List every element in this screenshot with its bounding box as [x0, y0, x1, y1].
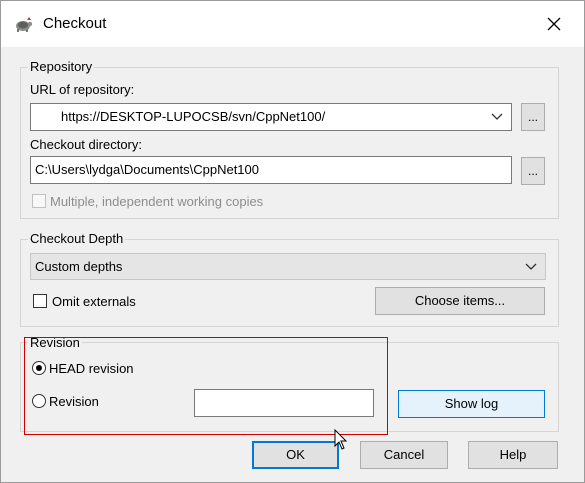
checkout-directory-label: Checkout directory:: [30, 137, 142, 152]
checkout-directory-input[interactable]: C:\Users\lydga\Documents\CppNet100: [30, 156, 512, 184]
revision-group: [20, 342, 559, 432]
head-revision-radio[interactable]: [32, 361, 46, 375]
revision-label: Revision: [49, 394, 99, 409]
multiple-working-copies-label: Multiple, independent working copies: [50, 194, 264, 209]
tortoise-svn-icon: [14, 14, 34, 34]
url-combobox[interactable]: https://DESKTOP-LUPOCSB/svn/CppNet100/: [30, 103, 512, 131]
chevron-down-icon: [491, 113, 503, 120]
show-log-button[interactable]: Show log: [398, 390, 545, 418]
radio-selected-dot: [36, 365, 42, 371]
omit-externals-checkbox[interactable]: [33, 294, 47, 308]
checkout-dialog: Checkout Repository URL of repository: h…: [0, 0, 585, 483]
omit-externals-label: Omit externals: [52, 294, 136, 309]
mouse-cursor-icon: [334, 429, 348, 450]
revision-group-title: Revision: [28, 335, 82, 350]
help-button[interactable]: Help: [468, 441, 558, 469]
directory-browse-button[interactable]: ...: [521, 157, 545, 185]
window-title: Checkout: [43, 15, 107, 32]
depth-selected-value: Custom depths: [35, 259, 123, 274]
repository-group-title: Repository: [28, 59, 95, 74]
url-label: URL of repository:: [30, 82, 135, 97]
revision-radio[interactable]: [32, 394, 46, 408]
depth-dropdown[interactable]: Custom depths: [30, 253, 546, 280]
cancel-button[interactable]: Cancel: [360, 441, 448, 469]
close-button[interactable]: [539, 9, 569, 39]
close-icon: [547, 17, 561, 31]
revision-input[interactable]: [194, 389, 374, 417]
url-value: https://DESKTOP-LUPOCSB/svn/CppNet100/: [61, 109, 326, 124]
choose-items-button[interactable]: Choose items...: [375, 287, 545, 315]
checkout-depth-group-title: Checkout Depth: [28, 231, 126, 246]
head-revision-label: HEAD revision: [49, 361, 134, 376]
title-bar: Checkout: [1, 1, 584, 47]
ok-button[interactable]: OK: [252, 441, 339, 469]
url-browse-button[interactable]: ...: [521, 103, 545, 131]
multiple-working-copies-checkbox[interactable]: [32, 194, 46, 208]
chevron-down-icon: [525, 263, 537, 270]
